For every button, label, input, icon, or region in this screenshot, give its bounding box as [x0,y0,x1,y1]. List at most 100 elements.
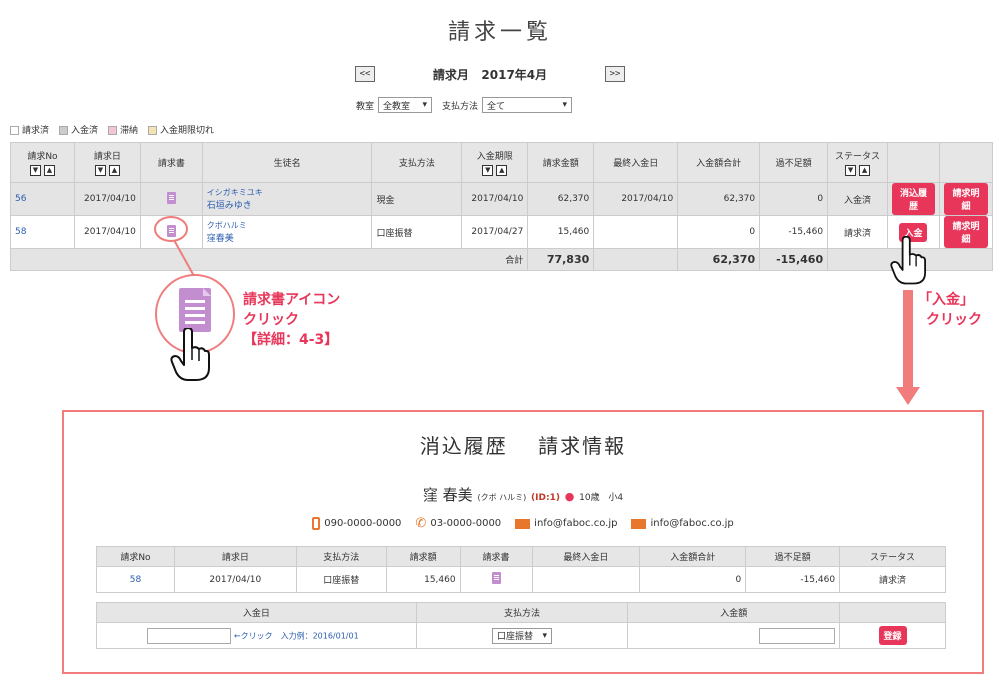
highlight-ring [154,216,188,242]
paid-total: 0 [677,215,761,249]
sort-asc-button[interactable]: ▲ [43,165,55,176]
table-header-row: 請求No ▼ ▲ 請求日 ▼ ▲ 請求書 生徒名 支払方法 入金期限 ▼ ▲ 請求金額 最終… [10,142,994,183]
legend-item: 滞納 [108,123,138,136]
col-header: 入金額合計 [639,546,747,567]
total-paid: 62,370 [677,248,761,271]
sort-asc-button[interactable]: ▲ [496,165,508,176]
amount: 62,370 [527,182,595,216]
student-name-link[interactable]: 石垣みゆき [207,198,368,211]
school-select[interactable]: 全教室 ▾ [378,97,433,113]
contact-email: info@faboc.co.jp [631,516,734,531]
sort-desc-button[interactable]: ▼ [845,165,857,176]
col-header: 請求No [96,546,175,567]
amount: 15,460 [385,566,461,593]
col-header-last-paid: 最終入金日 [593,142,679,183]
contact-info: 090-0000-0000 ✆ 03-0000-0000 info@faboc.c… [64,516,982,531]
deadline: 2017/04/10 [461,182,529,216]
date-hint: ←クリック 入力例：2016/01/01 [233,631,359,640]
paid-total: 62,370 [677,182,761,216]
student-header: 窪 春美 (クボ ハルミ) (ID:1) ● 10歳 小4 [64,484,982,505]
legend-swatch [108,126,118,135]
sort-desc-button[interactable]: ▼ [482,165,494,176]
payment-entry-table: 入金日 支払方法 入金額 ←クリック 入力例：2016/01/01 口座振替 ▾ … [96,602,946,649]
payment-method-cell: 口座振替 ▾ [415,622,629,649]
billing-month: 請求月 2017年4月 [380,66,600,83]
dropdown-icon: ▾ [562,100,568,110]
student-kana[interactable]: イシガキミユキ [207,187,368,198]
status-legend: 請求済 入金済 滞納 入金期限切れ [10,123,214,136]
history-button[interactable]: 消込履歴 [892,183,935,215]
payment-amount-cell [627,622,841,649]
last-paid-date [593,215,679,249]
payment-select[interactable]: 全て ▾ [482,97,573,113]
invoice-date: 2017/04/10 [73,215,141,249]
legend-swatch [59,126,69,135]
page-title: 請求一覧 [447,20,552,45]
total-amount: 77,830 [527,248,595,271]
student-cell: クボハルミ 窪春美 [201,215,373,249]
col-header-action1 [887,142,940,183]
sort-desc-button[interactable]: ▼ [94,165,106,176]
phone-icon: ✆ [415,516,427,531]
legend-item: 入金期限切れ [148,123,214,136]
payment-date-input[interactable] [147,627,231,644]
mobile-phone-icon [312,517,321,530]
invoice-date: 2017/04/10 [73,182,141,216]
student-id: (ID:1) [531,493,560,503]
col-header-invoice: 請求書 [139,142,203,183]
payment-callout: 「入金」 クリック [918,292,982,328]
col-header [839,602,946,623]
hand-cursor-icon [170,328,210,381]
diff-amount: -15,460 [745,566,841,593]
month-value: 2017年4月 [481,68,548,82]
invoice-doc-icon[interactable] [491,572,501,584]
invoice-no-link[interactable]: 58 [10,215,75,249]
invoice-detail-button[interactable]: 請求明細 [943,216,988,248]
payment-method-select[interactable]: 口座振替 ▾ [492,627,553,644]
col-header: 支払方法 [295,546,387,567]
contact-phone: ✆ 03-0000-0000 [415,516,502,531]
hand-cursor-icon [890,236,926,285]
payment-detail-panel: 消込履歴 請求情報 窪 春美 (クボ ハルミ) (ID:1) ● 10歳 小4 … [62,410,984,674]
invoice-no-link[interactable]: 56 [10,182,75,216]
col-header-no: 請求No ▼ ▲ [10,142,75,183]
col-header-deadline: 入金期限 ▼ ▲ [461,142,529,183]
sort-asc-button[interactable]: ▲ [108,165,120,176]
col-header: 請求日 [173,546,297,567]
student-kana: (クボ ハルミ) [477,493,527,502]
school-label: 教室 [356,101,375,112]
table-header-row: 請求No 請求日 支払方法 請求額 請求書 最終入金日 入金額合計 過不足額 ス… [96,546,946,567]
col-header: 支払方法 [415,602,629,623]
sort-asc-button[interactable]: ▲ [859,165,871,176]
col-header: ステータス [839,546,946,567]
payment-amount-input[interactable] [759,627,836,644]
student-grade: 小4 [608,493,624,503]
invoice-date: 2017/04/10 [173,566,297,593]
col-header-amount: 請求金額 [527,142,595,183]
contact-email: info@faboc.co.jp [515,516,617,531]
payment-method: 口座振替 [295,566,387,593]
sort-desc-button[interactable]: ▼ [29,165,41,176]
payment-method: 口座振替 [371,215,463,249]
action-cell: 請求明細 [938,215,994,249]
next-month-button[interactable]: >> [605,66,625,82]
student-kana[interactable]: クボハルミ [207,220,368,231]
register-button[interactable]: 登録 [878,626,907,645]
student-age: 10歳 [579,493,600,503]
col-header: 最終入金日 [531,546,641,567]
col-header: 入金額 [627,602,841,623]
col-header-diff: 過不足額 [759,142,829,183]
legend-swatch [148,126,158,135]
mail-icon [515,518,531,529]
table-row: 58 2017/04/10 口座振替 15,460 0 -15,460 請求済 [96,566,946,593]
invoice-doc-icon[interactable] [166,191,176,204]
prev-month-button[interactable]: << [355,66,375,82]
contact-mobile: 090-0000-0000 [312,516,401,531]
invoice-detail-button[interactable]: 請求明細 [943,183,988,215]
paid-total: 0 [639,566,747,593]
total-row: 合計 77,830 62,370 -15,460 [9,248,993,271]
amount: 15,460 [527,215,595,249]
filters-bar: 教室 全教室 ▾ 支払方法 全て ▾ [356,97,573,113]
invoice-no-link[interactable]: 58 [96,566,175,593]
student-name-link[interactable]: 窪春美 [207,231,368,244]
